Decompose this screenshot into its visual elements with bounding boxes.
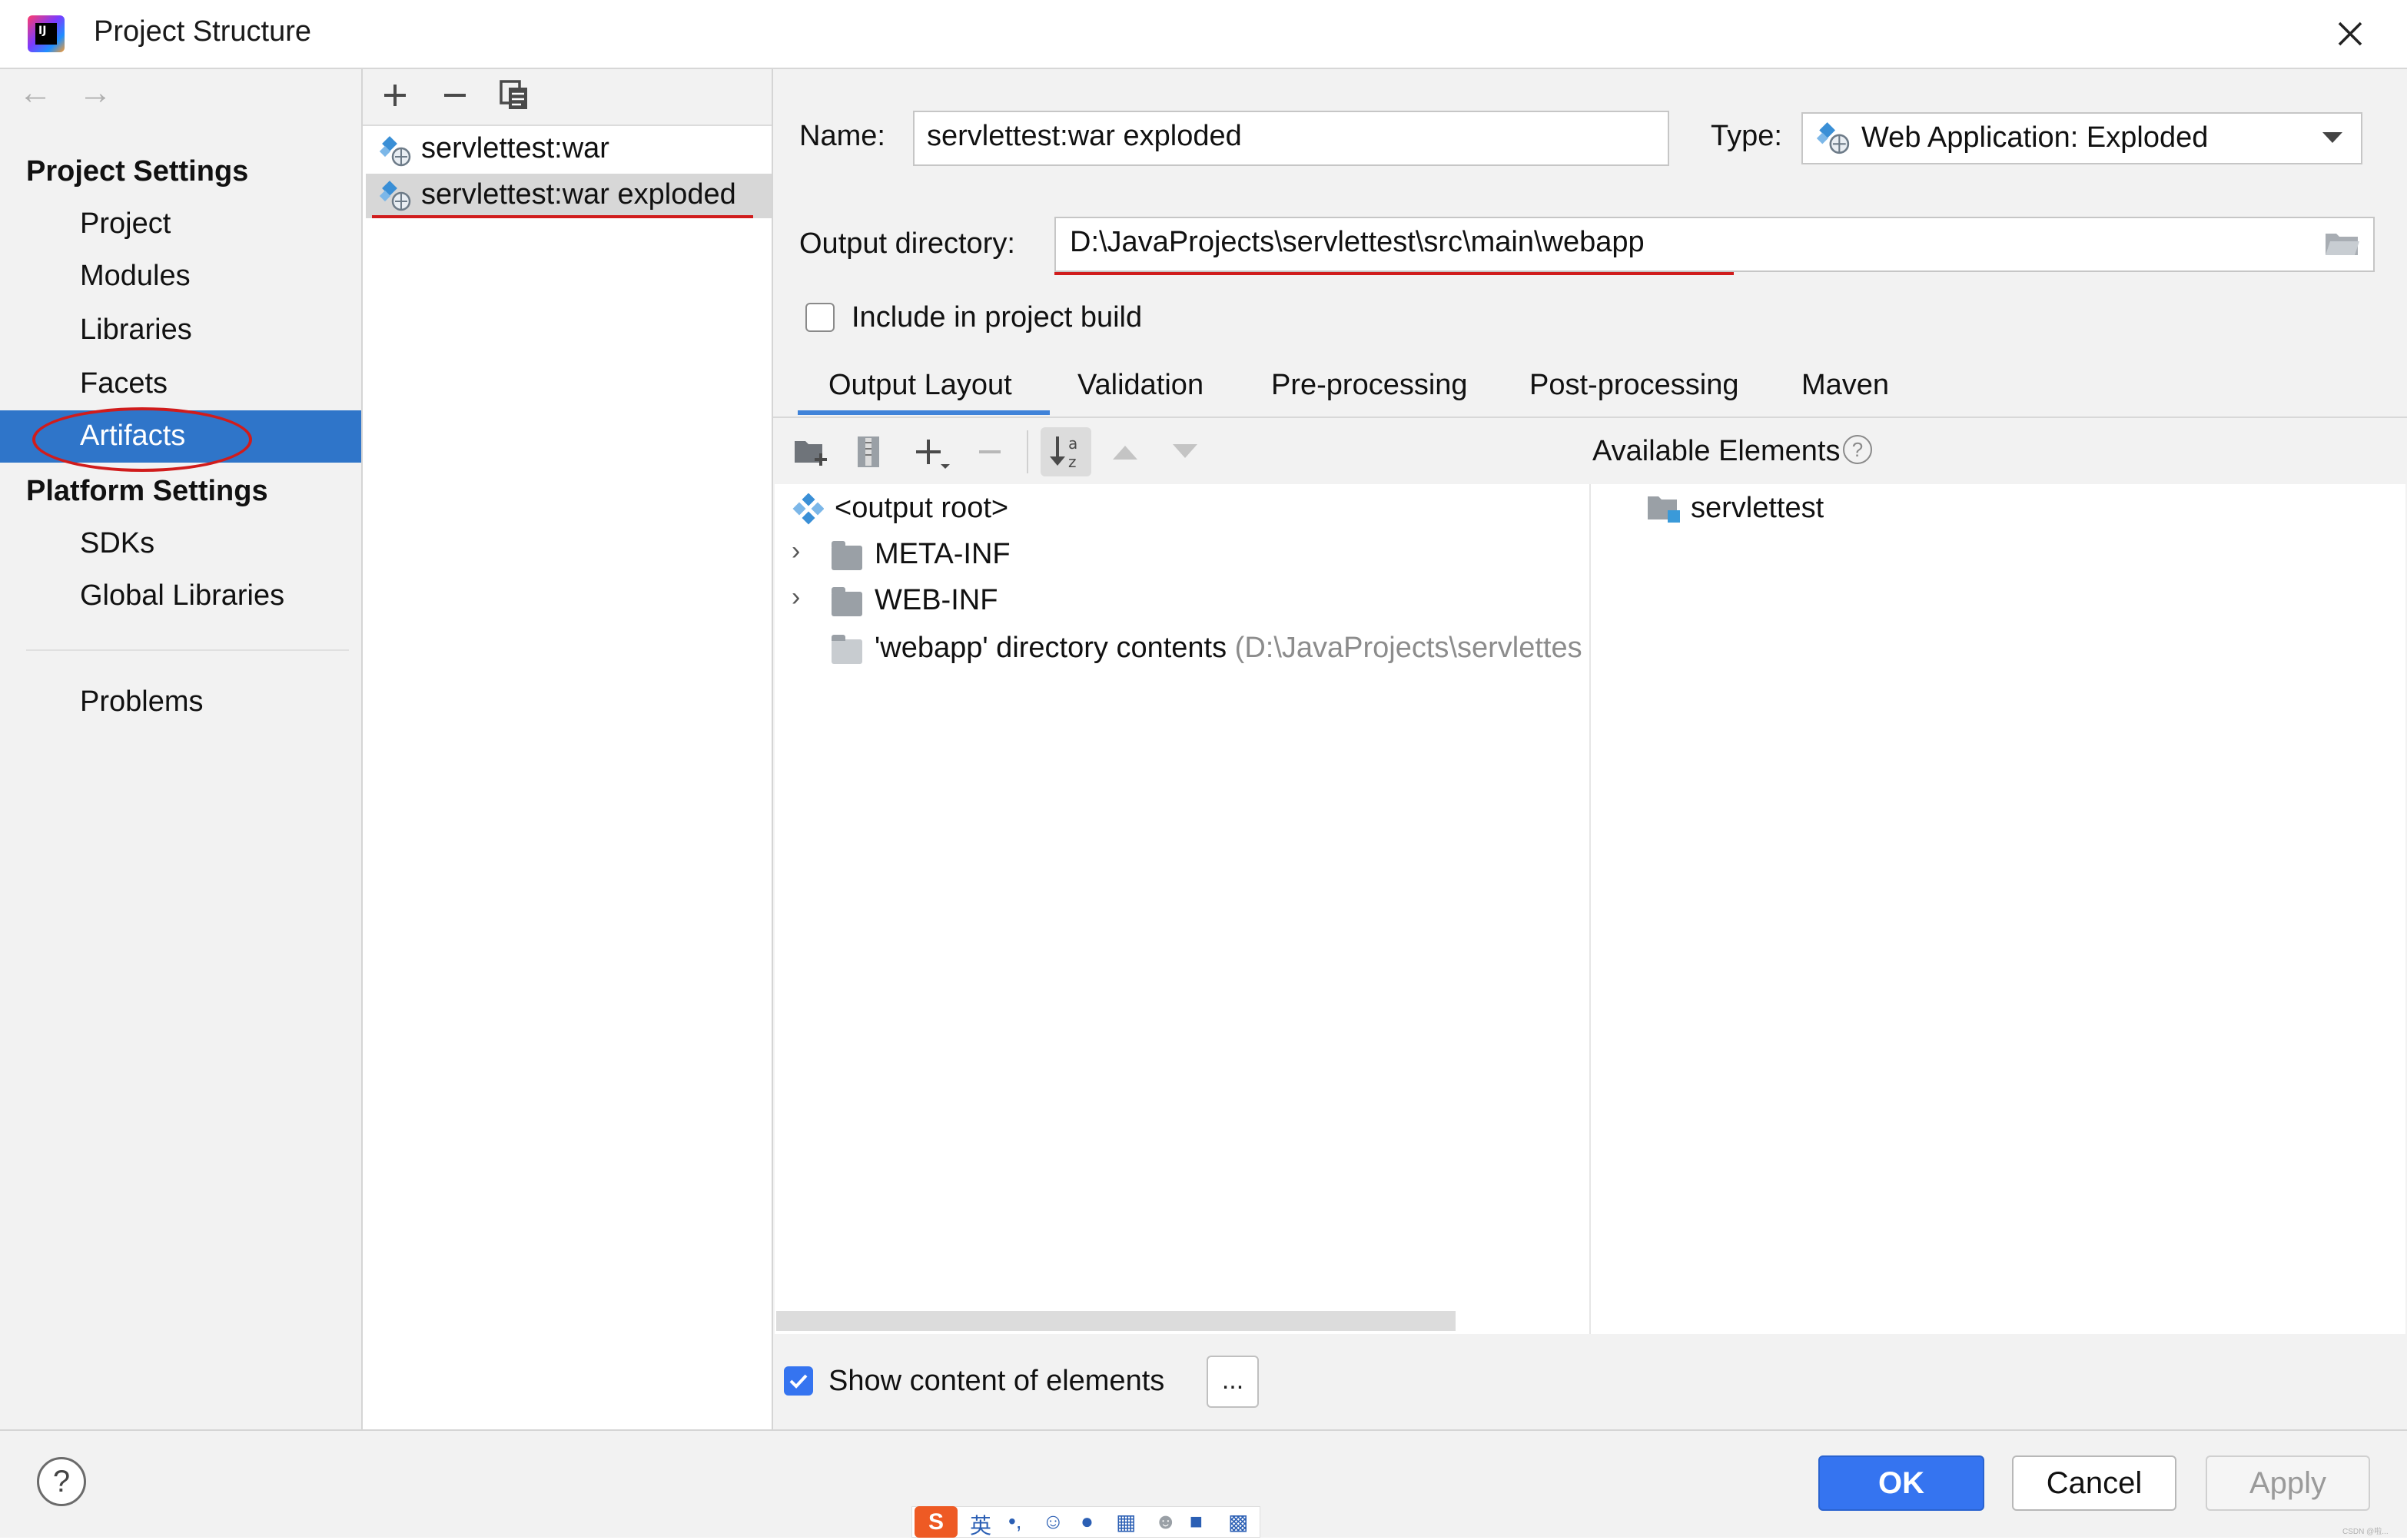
sidebar-item-libraries[interactable]: Libraries bbox=[80, 314, 192, 347]
war-artifact-icon bbox=[380, 136, 411, 167]
help-icon[interactable]: ? bbox=[1843, 435, 1872, 464]
title-bar bbox=[0, 0, 2407, 69]
sidebar-item-sdks[interactable]: SDKs bbox=[80, 527, 154, 560]
tab-maven[interactable]: Maven bbox=[1801, 369, 1889, 402]
forward-arrow-icon[interactable]: → bbox=[78, 74, 112, 112]
sidebar-item-modules[interactable]: Modules bbox=[80, 260, 191, 293]
name-input[interactable]: servlettest:war exploded bbox=[913, 111, 1669, 166]
remove-icon[interactable] bbox=[440, 80, 470, 111]
tab-post-processing[interactable]: Post-processing bbox=[1529, 369, 1738, 402]
ime-toolbox-icon[interactable]: ▩ bbox=[1228, 1509, 1248, 1535]
available-item-servlettest[interactable]: servlettest bbox=[1691, 492, 1824, 525]
available-elements-title: Available Elements bbox=[1592, 435, 1841, 467]
tree-meta-inf[interactable]: META-INF bbox=[875, 538, 1011, 571]
include-in-build-label: Include in project build bbox=[852, 301, 1143, 334]
active-tab-indicator bbox=[798, 410, 1050, 415]
move-up-icon[interactable] bbox=[1110, 441, 1140, 463]
annotation-underline bbox=[372, 215, 753, 218]
chevron-right-icon[interactable]: › bbox=[792, 582, 800, 612]
artifact-list-toolbar bbox=[363, 69, 772, 126]
module-folder-icon bbox=[1648, 496, 1680, 523]
add-icon[interactable] bbox=[380, 80, 410, 111]
sidebar-item-facets[interactable]: Facets bbox=[80, 367, 168, 400]
chevron-right-icon[interactable]: › bbox=[792, 536, 800, 566]
back-arrow-icon[interactable]: ← bbox=[18, 74, 52, 112]
sidebar-item-project[interactable]: Project bbox=[80, 207, 171, 241]
svg-text:a: a bbox=[1068, 434, 1077, 453]
ime-microphone-icon[interactable]: ● bbox=[1081, 1509, 1094, 1534]
ime-skin-icon[interactable]: ■ bbox=[1190, 1509, 1203, 1534]
add-copy-icon[interactable] bbox=[913, 436, 951, 470]
help-button[interactable]: ? bbox=[37, 1457, 86, 1506]
tab-validation[interactable]: Validation bbox=[1077, 369, 1204, 402]
tree-web-inf[interactable]: WEB-INF bbox=[875, 584, 998, 617]
remove-element-icon[interactable] bbox=[974, 436, 1005, 467]
tab-output-layout[interactable]: Output Layout bbox=[828, 369, 1012, 402]
output-directory-label: Output directory: bbox=[799, 227, 1015, 260]
artifact-item-war[interactable]: servlettest:war bbox=[421, 132, 609, 165]
tabs-baseline bbox=[773, 417, 2407, 418]
ime-keyboard-icon[interactable]: ▦ bbox=[1116, 1509, 1136, 1535]
show-content-checkbox[interactable] bbox=[784, 1366, 813, 1396]
sidebar-item-problems[interactable]: Problems bbox=[80, 685, 204, 719]
platform-settings-heading: Platform Settings bbox=[26, 475, 268, 507]
war-exploded-artifact-icon bbox=[380, 181, 411, 211]
toolbar-separator bbox=[1027, 430, 1028, 473]
folder-icon bbox=[832, 635, 862, 664]
tab-pre-processing[interactable]: Pre-processing bbox=[1271, 369, 1468, 402]
ime-emoji-icon[interactable]: ☺ bbox=[1042, 1509, 1064, 1534]
archive-icon[interactable] bbox=[855, 435, 882, 469]
folder-icon bbox=[832, 541, 862, 570]
browse-folder-icon[interactable] bbox=[2324, 229, 2361, 257]
tree-output-root[interactable]: <output root> bbox=[835, 492, 1008, 525]
move-down-icon[interactable] bbox=[1170, 441, 1200, 463]
svg-text:z: z bbox=[1068, 453, 1077, 471]
sidebar-item-global-libraries[interactable]: Global Libraries bbox=[80, 579, 284, 612]
name-label: Name: bbox=[799, 120, 885, 152]
ime-punctuation-icon[interactable]: •, bbox=[1008, 1509, 1022, 1534]
panel-splitter[interactable] bbox=[1589, 484, 1591, 1334]
ime-user-icon[interactable]: ☻ bbox=[1154, 1509, 1177, 1534]
annotation-ellipse bbox=[32, 407, 252, 472]
apply-button[interactable]: Apply bbox=[2206, 1455, 2370, 1511]
tree-webapp-contents[interactable]: 'webapp' directory contents (D:\JavaProj… bbox=[875, 632, 1589, 665]
cancel-button[interactable]: Cancel bbox=[2012, 1455, 2176, 1511]
ok-button[interactable]: OK bbox=[1818, 1455, 1984, 1511]
show-content-label: Show content of elements bbox=[828, 1365, 1165, 1397]
close-icon[interactable] bbox=[2329, 12, 2372, 55]
ime-language-toggle[interactable]: 英 bbox=[970, 1509, 991, 1540]
artifact-item-war-exploded-label: servlettest:war exploded bbox=[421, 178, 736, 211]
watermark: CSDN @啦... bbox=[2342, 1528, 2389, 1536]
annotation-underline bbox=[1054, 272, 1734, 275]
intellij-logo-icon: IJ bbox=[28, 15, 65, 52]
chevron-down-icon[interactable] bbox=[2322, 132, 2342, 143]
checkmark-icon bbox=[789, 1374, 808, 1389]
copy-icon[interactable] bbox=[498, 78, 530, 111]
webapp-contents-label: 'webapp' directory contents bbox=[875, 632, 1227, 664]
output-directory-input[interactable]: D:\JavaProjects\servlettest\src\main\web… bbox=[1054, 217, 2375, 272]
sidebar-divider bbox=[26, 649, 349, 651]
window-title: Project Structure bbox=[94, 15, 311, 48]
artifact-list-panel bbox=[363, 69, 773, 1429]
sort-alphabetically-icon[interactable]: a z bbox=[1047, 432, 1087, 472]
webapp-contents-path: (D:\JavaProjects\servlettes bbox=[1234, 632, 1582, 664]
more-options-button[interactable]: ... bbox=[1207, 1356, 1259, 1408]
ime-logo-icon[interactable]: S bbox=[915, 1506, 958, 1538]
web-app-type-icon bbox=[1817, 122, 1850, 154]
output-root-icon bbox=[792, 493, 824, 525]
include-in-build-checkbox[interactable] bbox=[805, 303, 835, 332]
project-settings-heading: Project Settings bbox=[26, 155, 249, 188]
horizontal-scrollbar[interactable] bbox=[776, 1311, 1456, 1331]
type-value: Web Application: Exploded bbox=[1861, 121, 2209, 154]
folder-icon bbox=[832, 587, 862, 616]
new-folder-icon[interactable] bbox=[793, 436, 828, 467]
type-label: Type: bbox=[1711, 120, 1782, 152]
